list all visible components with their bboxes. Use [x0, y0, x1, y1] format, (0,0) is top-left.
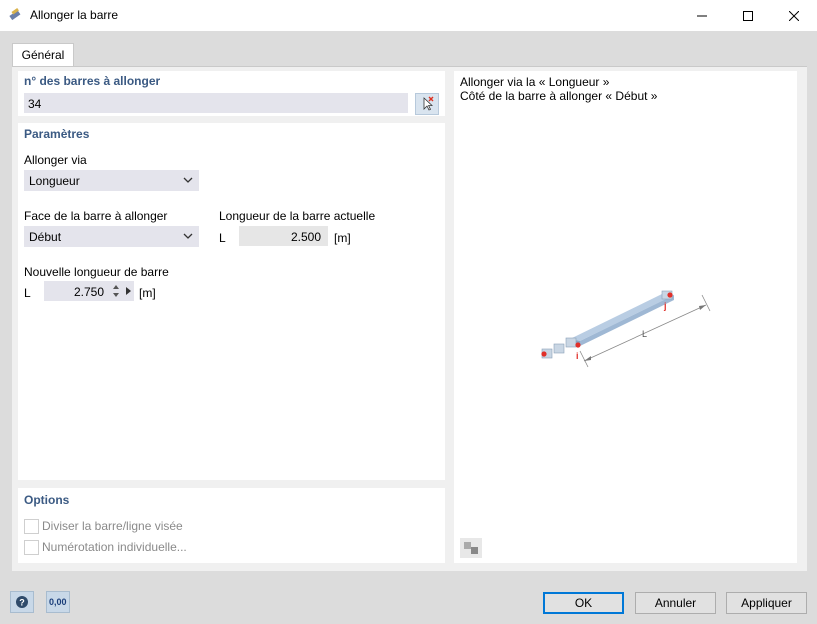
node-start-label: i — [576, 351, 579, 361]
member-extension-graphic: L i j — [541, 290, 711, 368]
maximize-button[interactable] — [725, 0, 771, 31]
minimize-button[interactable] — [679, 0, 725, 31]
dim-label: L — [642, 329, 647, 339]
chevron-down-icon — [183, 177, 193, 183]
help-button[interactable]: ? — [10, 591, 34, 613]
extend-via-label: Allonger via — [24, 153, 87, 167]
title-bar: Allonger la barre — [0, 0, 817, 32]
current-length-label: Longueur de la barre actuelle — [219, 209, 376, 223]
new-length-label: Nouvelle longueur de barre — [24, 265, 169, 279]
new-length-unit: [m] — [139, 286, 156, 300]
preview-line-2: Côté de la barre à allonger « Début » — [460, 89, 658, 103]
members-heading: n° des barres à allonger — [24, 74, 161, 88]
tab-general[interactable]: Général — [12, 43, 74, 68]
apply-button[interactable]: Appliquer — [726, 592, 807, 614]
parameters-panel: Paramètres Allonger via Longueur Face de… — [18, 123, 445, 480]
divide-checkbox[interactable] — [24, 519, 39, 534]
numbering-label: Numérotation individuelle... — [42, 540, 187, 554]
view-options-icon — [464, 542, 478, 554]
preview-view-button[interactable] — [460, 538, 482, 558]
help-icon: ? — [16, 596, 28, 608]
members-input[interactable]: 34 — [24, 93, 408, 113]
current-length-symbol: L — [219, 231, 226, 245]
preview-line-1: Allonger via la « Longueur » — [460, 75, 610, 89]
chevron-down-icon — [183, 233, 193, 239]
numbering-checkbox[interactable] — [24, 540, 39, 555]
tab-content: n° des barres à allonger 34 Paramètres A… — [12, 66, 807, 571]
extend-via-dropdown[interactable]: Longueur — [24, 170, 199, 191]
maximize-icon — [743, 10, 753, 21]
node-end-label: j — [663, 301, 667, 311]
select-members-button[interactable] — [415, 93, 439, 115]
close-button[interactable] — [771, 0, 817, 31]
ok-button[interactable]: OK — [543, 592, 624, 614]
options-heading: Options — [24, 493, 70, 507]
window-title: Allonger la barre — [30, 8, 119, 22]
cancel-button[interactable]: Annuler — [635, 592, 716, 614]
pick-cursor-icon — [423, 96, 434, 111]
face-label: Face de la barre à allonger — [24, 209, 168, 223]
app-icon — [9, 8, 21, 21]
minimize-icon — [697, 15, 707, 16]
preview-panel: Allonger via la « Longueur » Côté de la … — [454, 71, 797, 563]
svg-text:?: ? — [19, 598, 25, 608]
close-icon — [789, 10, 799, 21]
dialog-body: Général n° des barres à allonger 34 Para… — [0, 31, 817, 624]
units-icon: 0,00 — [49, 597, 67, 607]
face-dropdown[interactable]: Début — [24, 226, 199, 247]
divide-label: Diviser la barre/ligne visée — [42, 519, 183, 533]
units-button[interactable]: 0,00 — [46, 591, 70, 613]
new-length-symbol: L — [24, 286, 31, 300]
members-panel: n° des barres à allonger 34 — [18, 71, 445, 116]
new-length-input[interactable]: 2.750 — [44, 281, 134, 301]
current-length-field: 2.500 — [239, 226, 328, 246]
parameters-heading: Paramètres — [24, 127, 90, 141]
menu-arrow-icon[interactable] — [124, 286, 132, 296]
options-panel: Options Diviser la barre/ligne visée Num… — [18, 488, 445, 563]
spinner-icon[interactable] — [112, 284, 120, 298]
current-length-unit: [m] — [334, 231, 351, 245]
